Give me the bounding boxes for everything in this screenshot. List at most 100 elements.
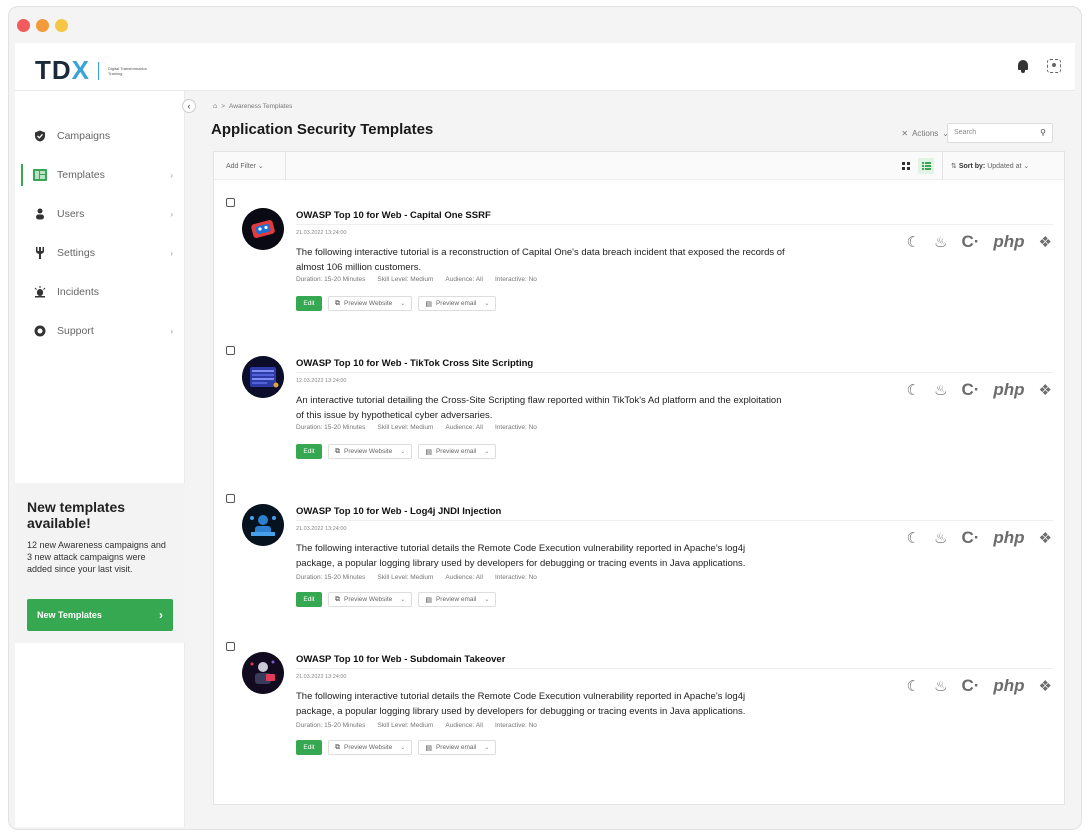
duration: Duration: 15-20 Minutes [296,424,366,431]
edit-button[interactable]: Edit [296,740,322,755]
sidebar-item-incidents[interactable]: Incidents [15,273,185,311]
template-description: The following interactive tutorial detai… [296,691,746,717]
interactive: Interactive: No [494,276,537,283]
template-description: The following interactive tutorial is a … [296,247,785,273]
breadcrumb-current[interactable]: Awareness Templates [229,103,292,110]
logo[interactable]: TD X Digital Transformation Training [35,55,148,86]
new-templates-promo: New templates available! 12 new Awarenes… [15,483,185,643]
minimize-window-button[interactable] [36,19,49,32]
preview-website-label: Preview Website [344,300,393,307]
template-checkbox[interactable] [226,346,235,355]
template-date: 12.03.2022 13:24:00 [296,378,347,384]
java-icon: ♨ [933,678,948,695]
preview-website-dropdown[interactable]: ⧉ Preview Website ⌄ [328,296,413,311]
browser-icon: ⧉ [335,299,340,307]
template-checkbox[interactable] [226,642,235,651]
java-icon: ♨ [933,234,948,251]
preview-email-label: Preview email [435,448,477,455]
chevron-right-icon: › [170,209,173,219]
template-thumbnail[interactable] [242,208,284,250]
divider [296,224,1054,225]
maximize-window-button[interactable] [55,19,68,32]
template-title[interactable]: OWASP Top 10 for Web - TikTok Cross Site… [296,358,533,369]
add-filter-dropdown[interactable]: Add Filter ⌄ [214,152,286,180]
sort-value: Updated at [987,163,1022,170]
chevron-down-icon: ⌄ [484,301,490,307]
template-actions: Edit ⧉ Preview Website ⌄ ▤ Preview email… [296,740,497,755]
template-checkbox[interactable] [226,494,235,503]
actions-dropdown[interactable]: ✕ Actions ⌄ [901,129,949,138]
python-icon: ❖ [1038,382,1052,399]
breadcrumb: ⌂ > Awareness Templates [213,103,292,110]
go-icon: ☾ [906,234,920,251]
actions-label: Actions [912,129,939,138]
preview-email-dropdown[interactable]: ▤ Preview email ⌄ [418,740,497,755]
edit-button[interactable]: Edit [296,592,322,607]
sidebar-item-support[interactable]: Support › [15,312,185,350]
chevron-down-icon: ⌄ [484,745,490,751]
template-thumbnail[interactable] [242,652,284,694]
template-thumbnail[interactable] [242,356,284,398]
chevron-down-icon: ⌄ [484,597,490,603]
home-icon[interactable]: ⌂ [213,103,217,110]
profile-icon[interactable] [1047,59,1061,73]
preview-website-dropdown[interactable]: ⧉ Preview Website ⌄ [328,740,413,755]
edit-button[interactable]: Edit [296,296,322,311]
template-meta: Duration: 15-20 Minutes Skill Level: Med… [296,574,537,581]
sort-dropdown[interactable]: ⇅ Sort by: Updated at ⌄ [942,152,1064,180]
php-icon: php [993,676,1025,695]
chevron-left-icon[interactable]: ‹ [182,99,196,113]
support-icon [33,324,47,338]
language-icons: ☾ ♨ C· php ❖ [907,528,1052,548]
template-title[interactable]: OWASP Top 10 for Web - Subdomain Takeove… [296,654,505,665]
edit-button[interactable]: Edit [296,444,322,459]
php-icon: php [993,232,1025,251]
new-templates-button[interactable]: New Templates › [27,599,173,631]
preview-email-label: Preview email [435,744,477,751]
template-thumbnail[interactable] [242,504,284,546]
template-item: OWASP Top 10 for Web - Capital One SSRF … [214,188,1066,330]
template-date: 21.03.2022 13:24:00 [296,526,347,532]
template-item: OWASP Top 10 for Web - TikTok Cross Site… [214,336,1066,478]
sidebar-item-label: Settings [57,247,95,259]
search-input[interactable]: Search ⚲ [947,123,1053,143]
new-templates-button-label: New Templates [37,610,102,620]
bell-icon[interactable] [1017,59,1029,73]
c-icon: C· [961,528,980,547]
sidebar-item-settings[interactable]: Settings › [15,234,185,272]
tools-icon: ✕ [901,129,909,138]
sidebar-item-users[interactable]: Users › [15,195,185,233]
interactive: Interactive: No [494,424,537,431]
preview-email-label: Preview email [435,596,477,603]
skill-level: Skill Level: Medium [377,424,434,431]
preview-email-dropdown[interactable]: ▤ Preview email ⌄ [418,296,497,311]
sidebar-item-templates[interactable]: Templates › [15,156,185,194]
template-actions: Edit ⧉ Preview Website ⌄ ▤ Preview email… [296,592,497,607]
shield-icon [33,129,47,143]
template-item: OWASP Top 10 for Web - Subdomain Takeove… [214,632,1066,774]
search-icon[interactable]: ⚲ [1040,128,1046,137]
template-checkbox[interactable] [226,198,235,207]
divider [296,668,1054,669]
chevron-down-icon: ⌄ [400,745,406,751]
preview-website-dropdown[interactable]: ⧉ Preview Website ⌄ [328,592,413,607]
list-view-icon[interactable] [918,158,934,174]
grid-view-icon[interactable] [898,158,914,174]
template-title[interactable]: OWASP Top 10 for Web - Log4j JNDI Inject… [296,506,501,517]
skill-level: Skill Level: Medium [377,722,434,729]
window-controls [17,19,68,32]
close-window-button[interactable] [17,19,30,32]
template-title[interactable]: OWASP Top 10 for Web - Capital One SSRF [296,210,491,221]
sidebar-nav: Campaigns Templates › Users › Settings ›… [15,117,185,351]
sidebar-item-label: Support [57,325,94,337]
app-window: TD X Digital Transformation Training ‹ Ca… [8,6,1082,830]
preview-website-dropdown[interactable]: ⧉ Preview Website ⌄ [328,444,413,459]
chevron-right-icon: › [170,248,173,258]
sidebar-item-campaigns[interactable]: Campaigns [15,117,185,155]
browser-icon: ⧉ [335,743,340,751]
preview-email-dropdown[interactable]: ▤ Preview email ⌄ [418,592,497,607]
logo-main: TD [35,55,72,85]
template-description: An interactive tutorial detailing the Cr… [296,395,782,421]
audience: Audience: All [445,722,483,729]
preview-email-dropdown[interactable]: ▤ Preview email ⌄ [418,444,497,459]
